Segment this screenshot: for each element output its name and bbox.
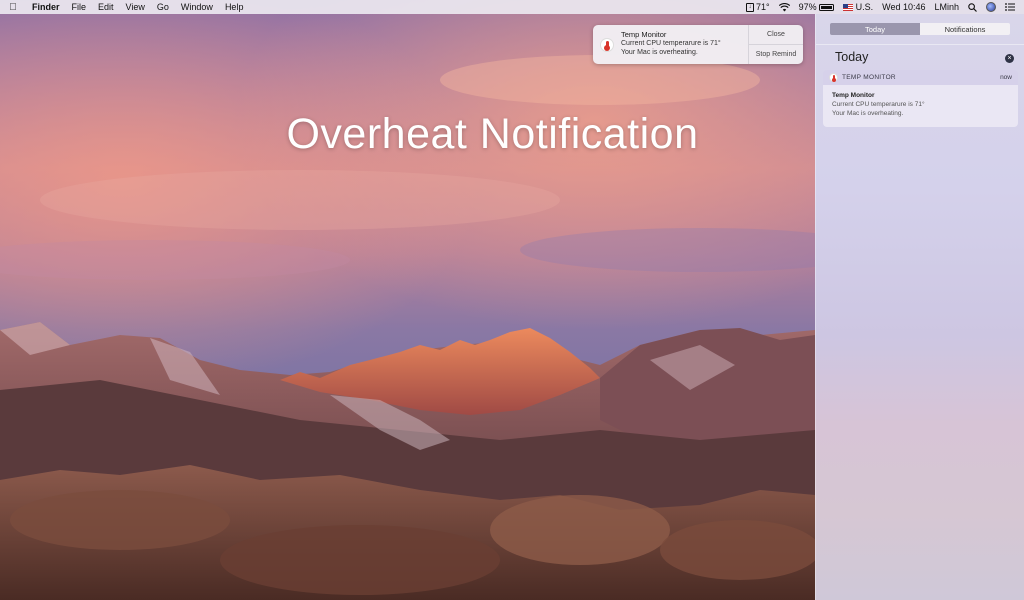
battery-percent: 97% bbox=[798, 2, 817, 12]
menu-app-name[interactable]: Finder bbox=[26, 2, 66, 12]
banner-line-2: Your Mac is overheating. bbox=[621, 49, 698, 56]
notification-center-tabs: Today Notifications bbox=[830, 23, 1010, 35]
notification-card-body: Temp Monitor Current CPU temperarure is … bbox=[823, 85, 1018, 127]
menu-view[interactable]: View bbox=[120, 2, 151, 12]
menu-temperature: 71° bbox=[755, 2, 770, 12]
notification-center-panel: Today Notifications Today × TEMP MONITOR… bbox=[815, 14, 1024, 600]
banner-actions: Close Stop Remind bbox=[748, 25, 803, 64]
menu-window[interactable]: Window bbox=[175, 2, 219, 12]
thermometer-icon bbox=[600, 37, 614, 52]
notification-card[interactable]: TEMP MONITOR now Temp Monitor Current CP… bbox=[823, 70, 1018, 127]
battery-status[interactable]: 97% bbox=[799, 2, 834, 12]
input-source-label: U.S. bbox=[855, 2, 874, 12]
menu-edit[interactable]: Edit bbox=[92, 2, 120, 12]
menu-user[interactable]: LMinh bbox=[934, 2, 959, 12]
close-button[interactable]: Close bbox=[749, 25, 803, 44]
input-source[interactable]: U.S. bbox=[842, 2, 874, 12]
section-title-today: Today bbox=[835, 50, 869, 64]
banner-title: Temp Monitor bbox=[621, 30, 667, 39]
apple-icon[interactable]:  bbox=[0, 2, 26, 13]
list-glyph bbox=[1005, 3, 1015, 11]
stop-remind-button[interactable]: Stop Remind bbox=[749, 44, 803, 64]
banner-text: Temp Monitor Current CPU temperarure is … bbox=[621, 25, 748, 64]
us-flag-icon bbox=[842, 3, 853, 11]
tab-notifications[interactable]: Notifications bbox=[920, 23, 1010, 35]
banner-line-1: Current CPU temperarure is 71° bbox=[621, 40, 721, 47]
overlay-title: Overheat Notification bbox=[286, 110, 699, 158]
menu-help[interactable]: Help bbox=[219, 2, 250, 12]
wifi-glyph bbox=[778, 2, 790, 11]
siri-icon[interactable] bbox=[986, 2, 996, 12]
thermometer-menu-icon: ↓ bbox=[745, 2, 754, 12]
panel-divider bbox=[816, 44, 1024, 45]
menu-go[interactable]: Go bbox=[151, 2, 175, 12]
menu-file[interactable]: File bbox=[66, 2, 93, 12]
notification-banner[interactable]: Temp Monitor Current CPU temperarure is … bbox=[593, 25, 803, 64]
banner-icon-wrap bbox=[593, 25, 621, 64]
spotlight-search-icon[interactable] bbox=[968, 2, 977, 12]
thermometer-icon bbox=[829, 73, 838, 82]
temp-monitor-status[interactable]: ↓ 71° bbox=[745, 2, 770, 12]
search-glyph bbox=[968, 2, 977, 12]
close-circle-icon[interactable]: × bbox=[1005, 54, 1014, 63]
notification-line-1: Current CPU temperarure is 71° bbox=[832, 101, 925, 108]
menu-bar:  Finder File Edit View Go Window Help ↓… bbox=[0, 0, 1024, 14]
tab-today[interactable]: Today bbox=[830, 23, 920, 35]
battery-icon bbox=[818, 3, 834, 11]
notification-card-header: TEMP MONITOR now bbox=[823, 70, 1018, 85]
wifi-icon[interactable] bbox=[778, 2, 790, 12]
notification-center-icon[interactable] bbox=[1005, 3, 1015, 11]
menu-clock[interactable]: Wed 10:46 bbox=[882, 2, 925, 12]
notification-app-name: TEMP MONITOR bbox=[842, 74, 896, 81]
notification-title: Temp Monitor bbox=[832, 92, 875, 99]
notification-line-2: Your Mac is overheating. bbox=[832, 110, 904, 117]
notification-time: now bbox=[1000, 74, 1012, 81]
